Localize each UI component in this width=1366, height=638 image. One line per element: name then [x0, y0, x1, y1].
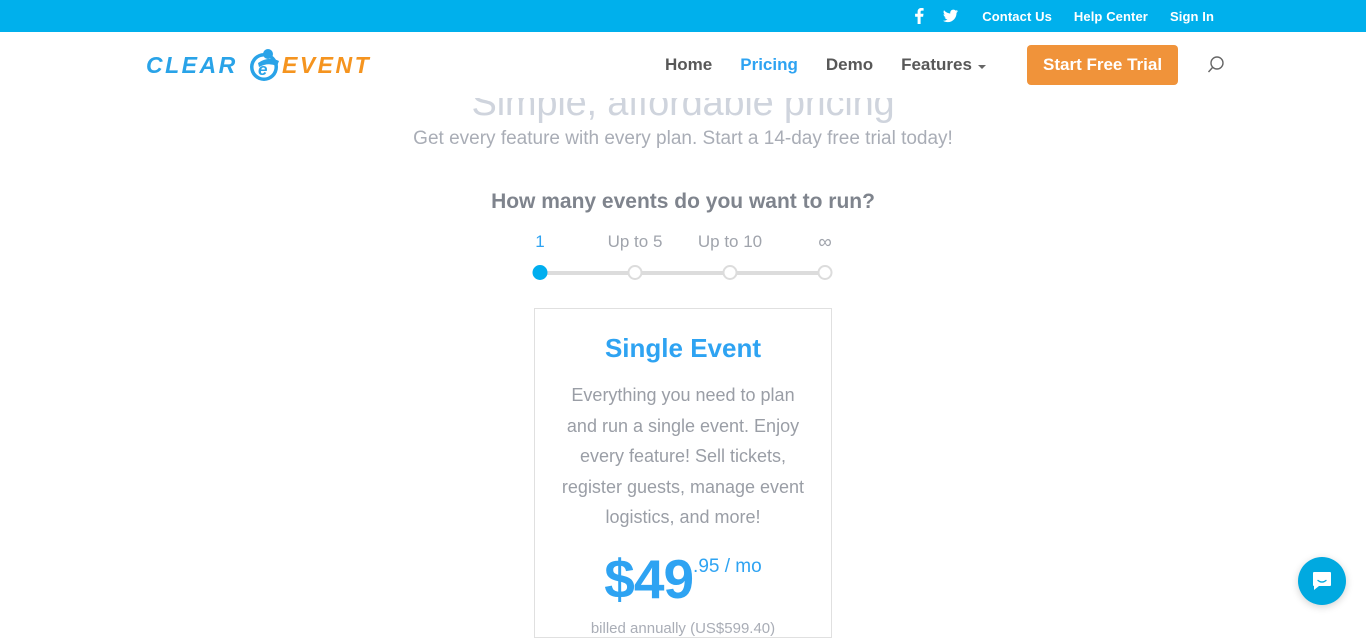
pricing-card: Single Event Everything you need to plan… — [534, 308, 832, 638]
twitter-icon[interactable] — [943, 8, 958, 24]
chevron-down-icon — [978, 65, 986, 69]
chat-launcher-button[interactable] — [1298, 557, 1346, 605]
slider-dot-unlimited[interactable] — [818, 265, 833, 280]
event-count-question: How many events do you want to run? — [0, 190, 1366, 214]
slider-track[interactable] — [540, 271, 825, 275]
billing-note: billed annually (US$599.40) — [555, 620, 811, 637]
slider-label-up-to-10[interactable]: Up to 10 — [698, 232, 762, 252]
price-cents-period: .95 / mo — [693, 557, 762, 576]
top-nav-links: Contact Us Help Center Sign In — [982, 9, 1214, 24]
plan-title: Single Event — [555, 333, 811, 364]
slider-dot-1[interactable] — [533, 265, 548, 280]
event-count-slider[interactable]: 1 Up to 5 Up to 10 ∞ — [533, 232, 833, 292]
slider-label-up-to-5[interactable]: Up to 5 — [608, 232, 663, 252]
search-icon — [1206, 55, 1226, 75]
page-content: Simple, affordable pricing Get every fea… — [0, 32, 1366, 625]
plan-price: $49 .95 / mo — [555, 552, 811, 607]
nav-label-pricing: Pricing — [740, 55, 798, 75]
svg-text:EVENT: EVENT — [282, 52, 371, 78]
main-nav: Home Pricing Demo Features — [665, 55, 986, 75]
search-button[interactable] — [1205, 54, 1227, 76]
nav-label-features: Features — [901, 55, 972, 75]
top-utility-bar: Contact Us Help Center Sign In — [0, 0, 1366, 32]
nav-item-pricing[interactable]: Pricing — [740, 55, 798, 75]
slider-dot-up-to-5[interactable] — [628, 265, 643, 280]
nav-item-demo[interactable]: Demo — [826, 55, 873, 75]
nav-item-home[interactable]: Home — [665, 55, 712, 75]
nav-item-features[interactable]: Features — [901, 55, 986, 75]
nav-label-demo: Demo — [826, 55, 873, 75]
site-header: CLEAR e EVENT Home Pricing Demo Features — [0, 32, 1366, 98]
site-logo[interactable]: CLEAR e EVENT — [146, 48, 372, 82]
slider-label-1[interactable]: 1 — [535, 232, 544, 252]
chat-bubble-icon — [1310, 569, 1334, 593]
help-center-link[interactable]: Help Center — [1074, 9, 1148, 24]
sign-in-link[interactable]: Sign In — [1170, 9, 1214, 24]
price-amount: $49 — [604, 552, 693, 607]
slider-labels: 1 Up to 5 Up to 10 ∞ — [533, 232, 833, 256]
social-links — [911, 8, 958, 24]
slider-label-unlimited[interactable]: ∞ — [818, 232, 832, 254]
plan-description: Everything you need to plan and run a si… — [555, 380, 811, 533]
slider-dot-up-to-10[interactable] — [723, 265, 738, 280]
nav-label-home: Home — [665, 55, 712, 75]
svg-text:CLEAR: CLEAR — [146, 52, 238, 78]
start-free-trial-button[interactable]: Start Free Trial — [1027, 45, 1178, 85]
page-subtitle: Get every feature with every plan. Start… — [0, 128, 1366, 150]
contact-us-link[interactable]: Contact Us — [982, 9, 1052, 24]
facebook-icon[interactable] — [911, 8, 926, 24]
